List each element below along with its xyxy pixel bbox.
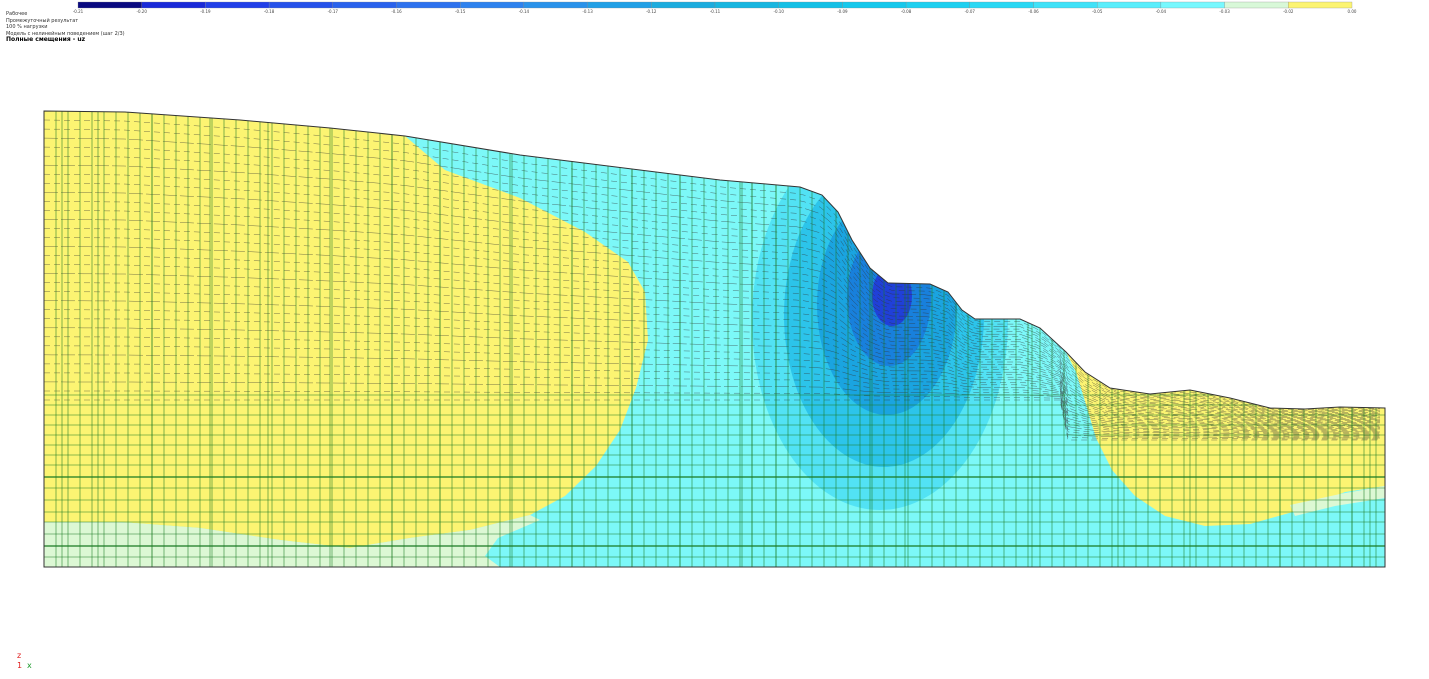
fill-regions [44,111,1385,567]
contour-plot [43,110,1386,568]
axis-z-label: z [17,651,21,660]
axis-orientation-glyph: z 1 x [17,651,32,670]
axis-origin-label: 1 [17,661,22,670]
region-right-yellow [1066,111,1385,526]
axis-x-label: x [27,661,32,670]
